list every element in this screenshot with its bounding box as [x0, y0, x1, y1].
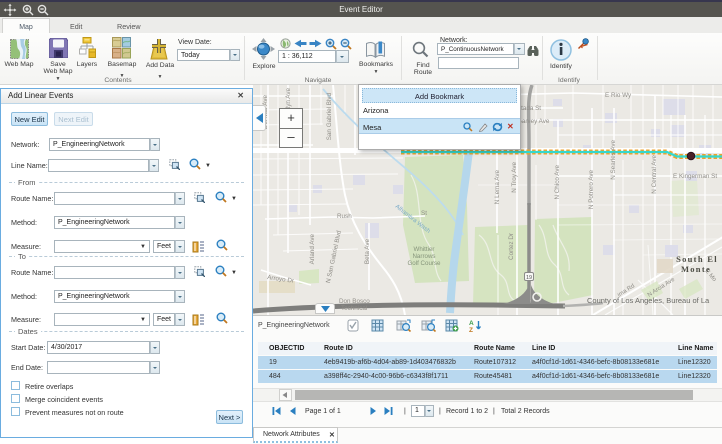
svg-text:N Chico Ave: N Chico Ave — [554, 165, 561, 200]
svg-text:N Potrero Ave: N Potrero Ave — [588, 170, 595, 210]
svg-text:Technical: Technical — [341, 305, 367, 312]
svg-text:A: A — [469, 320, 474, 327]
svg-text:San Gabriel Blvd: San Gabriel Blvd — [326, 93, 333, 141]
svg-text:Don Bosco: Don Bosco — [339, 298, 370, 305]
svg-text:Beta Ave: Beta Ave — [364, 239, 371, 265]
svg-text:N Central Ave: N Central Ave — [651, 155, 658, 194]
svg-text:Z: Z — [469, 327, 473, 332]
svg-text:Whittier: Whittier — [414, 246, 435, 253]
svg-text:N Searles Ave: N Searles Ave — [610, 140, 617, 180]
svg-text:N Lema Ave: N Lema Ave — [494, 170, 501, 205]
svg-text:19: 19 — [526, 275, 532, 281]
svg-text:E Rio Wy: E Rio Wy — [605, 92, 632, 99]
svg-text:Monte: Monte — [681, 264, 711, 274]
svg-text:E Kingerman St: E Kingerman St — [673, 173, 717, 180]
svg-text:Cortez Dr: Cortez Dr — [508, 233, 515, 260]
svg-text:Arland Ave: Arland Ave — [309, 234, 316, 265]
svg-text:County of Los Angeles, Bureau: County of Los Angeles, Bureau of La — [587, 296, 710, 305]
svg-text:N Troy Ave: N Troy Ave — [511, 162, 518, 193]
svg-text:Narrows: Narrows — [412, 253, 435, 260]
svg-text:St: St — [421, 210, 427, 217]
svg-text:South El: South El — [676, 254, 718, 264]
svg-text:Rush: Rush — [337, 213, 352, 220]
svg-text:N San Gabriel Blvd: N San Gabriel Blvd — [325, 229, 343, 283]
svg-text:Golf Course: Golf Course — [407, 260, 441, 267]
